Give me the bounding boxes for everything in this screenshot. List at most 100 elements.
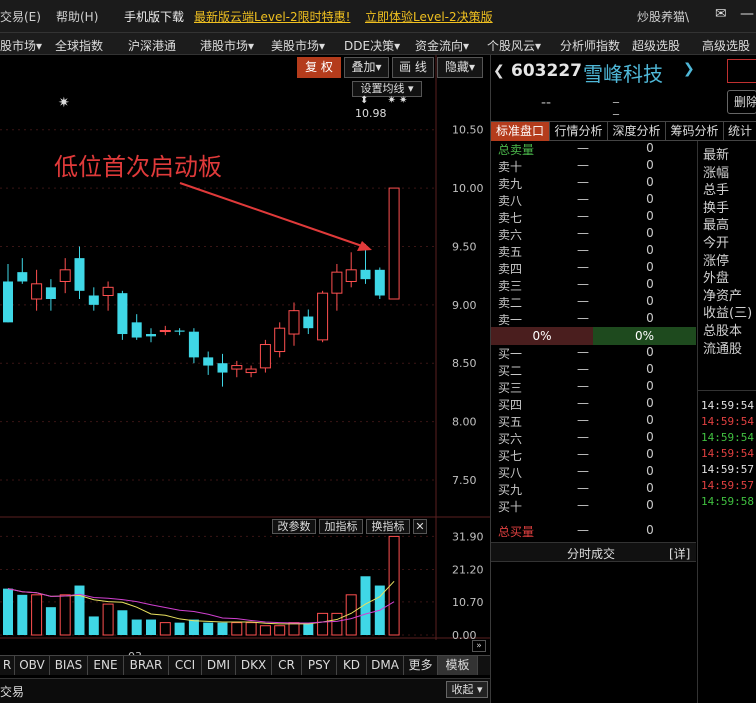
nav-capital-flow[interactable]: 资金流向▾ [415,37,469,54]
tab-market-analysis[interactable]: 行情分析 [550,122,608,141]
tab-indicator-dmi[interactable]: DMI [202,656,236,675]
tab-indicator-cci[interactable]: CCI [169,656,202,675]
candle-body[interactable] [374,269,385,296]
volume-bar [317,612,329,636]
candle-body[interactable] [31,283,43,300]
candle-body[interactable] [131,322,142,338]
candle-body[interactable] [59,269,71,282]
candle-body[interactable] [345,269,357,282]
candle-body[interactable] [274,327,286,353]
tab-indicator-cr[interactable]: CR [272,656,302,675]
kline-chart[interactable]: 10.50 10.00 9.50 9.00 8.50 8.00 7.50 31.90 21.2… [0,55,490,655]
close-indicator-icon[interactable]: ✕ [413,519,427,534]
tab-indicator-r[interactable]: R [0,656,15,675]
candle-body[interactable] [3,281,13,323]
candle-body[interactable] [217,363,228,373]
candle-body[interactable] [303,316,314,329]
nav-dde[interactable]: DDE决策▾ [344,37,400,54]
candle-body[interactable] [88,295,99,305]
mail-icon[interactable]: ✉ [715,6,727,22]
price-tick-label: 9.50 [452,240,477,253]
candle-body[interactable] [388,187,400,300]
edit-params-button[interactable]: 改参数 [272,519,316,534]
next-stock-icon[interactable]: ❯ [683,61,695,77]
tab-indicator-psy[interactable]: PSY [302,656,337,675]
nav-global-index[interactable]: 全球指数 [55,37,103,54]
minimize-icon[interactable]: — [740,6,754,22]
candle-body[interactable] [102,286,114,296]
candle-body[interactable] [203,357,214,366]
candle-body[interactable] [317,292,329,341]
candle-body[interactable] [174,330,185,332]
nav-analyst-index[interactable]: 分析师指数 [560,37,620,54]
tab-template[interactable]: 模板 [438,656,478,675]
add-box[interactable] [727,59,756,83]
prev-stock-icon[interactable]: ❮ [493,63,505,79]
volume-bar [231,622,243,636]
tab-more[interactable]: 更多 [404,656,438,675]
tab-depth-analysis[interactable]: 深度分析 [608,122,666,141]
restore-button[interactable]: 复 权 [297,57,341,78]
nav-us-market[interactable]: 美股市场▾ [271,37,325,54]
user-menu[interactable]: 炒股养猫\ [637,8,689,25]
tab-indicator-ene[interactable]: ENE [88,656,124,675]
candle-body[interactable] [288,310,300,335]
tab-indicator-kd[interactable]: KD [337,656,367,675]
ask-level-price: — [577,311,589,325]
nav-hk-market[interactable]: 港股市场▾ [200,37,254,54]
nav-super-screen[interactable]: 超级选股 [632,37,680,54]
status-trade-label[interactable]: 交易 [0,683,24,700]
switch-indicator-button[interactable]: 换指标 [366,519,410,534]
tab-chip-analysis[interactable]: 筹码分析 [666,122,724,141]
tick-list-divider [698,390,756,391]
candle-body[interactable] [188,331,199,358]
candle-body[interactable] [245,368,257,374]
menu-help[interactable]: 帮助(H) [56,8,98,25]
delete-button[interactable]: 删除 [727,90,756,114]
price-tick-label: 7.50 [452,474,477,487]
ask-level-vol: 0 [646,158,654,172]
pct-placeholder: _ [613,101,619,115]
ask-level-label: 卖七 [498,211,523,225]
kline-chart-area[interactable]: 10.50 10.00 9.50 9.00 8.50 8.00 7.50 31.90 21.2… [0,55,490,655]
candle-body[interactable] [159,330,171,333]
stock-code: 603227 [511,61,582,81]
tab-statistics[interactable]: 统计 [724,122,756,141]
candle-body[interactable] [74,258,85,291]
tab-indicator-dma[interactable]: DMA [367,656,404,675]
promo-level2-offer[interactable]: 最新版云端Level-2限时特惠! [194,8,350,25]
ask-level-price: — [577,277,589,291]
candle-body[interactable] [231,365,243,370]
overlay-button[interactable]: 叠加▾ [344,57,389,78]
tick-time: 14:59:54 [701,447,754,460]
tick-trades-detail-link[interactable]: [详] [669,545,690,562]
scroll-right-icon[interactable]: » [472,640,486,652]
tab-standard-book[interactable]: 标准盘口 [491,122,550,141]
candle-body[interactable] [45,287,56,299]
nav-stock-market[interactable]: 股市场▾ [0,37,42,54]
bid-ask-ratio-bar: 0% 0% [491,327,696,345]
candle-body[interactable] [146,334,156,337]
candle-body[interactable] [259,344,271,369]
draw-line-button[interactable]: 画 线 [392,57,434,78]
tab-indicator-obv[interactable]: OBV [15,656,50,675]
main-nav: 股市场▾ 全球指数 沪深港通 港股市场▾ 美股市场▾ DDE决策▾ 资金流向▾ … [0,32,756,55]
nav-stock-wind[interactable]: 个股风云▾ [487,37,541,54]
candle-body[interactable] [331,271,343,294]
nav-hk-connect[interactable]: 沪深港通 [128,37,176,54]
add-indicator-button[interactable]: 加指标 [319,519,363,534]
candle-body[interactable] [17,272,28,282]
bid-level-vol: 0 [646,362,654,376]
menu-mobile-download[interactable]: 手机版下载 [124,8,184,25]
tab-indicator-bias[interactable]: BIAS [50,656,88,675]
candle-body[interactable] [117,293,128,335]
tab-indicator-brar[interactable]: BRAR [124,656,169,675]
menu-trade[interactable]: 交易(E) [0,8,41,25]
promo-level2-try[interactable]: 立即体验Level-2决策版 [365,8,493,25]
collapse-button[interactable]: 收起 ▾ [446,681,488,698]
candle-body[interactable] [360,269,371,280]
bid-level-label: 买三 [498,381,523,395]
tab-indicator-dkx[interactable]: DKX [236,656,272,675]
hide-button[interactable]: 隐藏▾ [437,57,483,78]
nav-adv-screen[interactable]: 高级选股 [702,37,750,54]
